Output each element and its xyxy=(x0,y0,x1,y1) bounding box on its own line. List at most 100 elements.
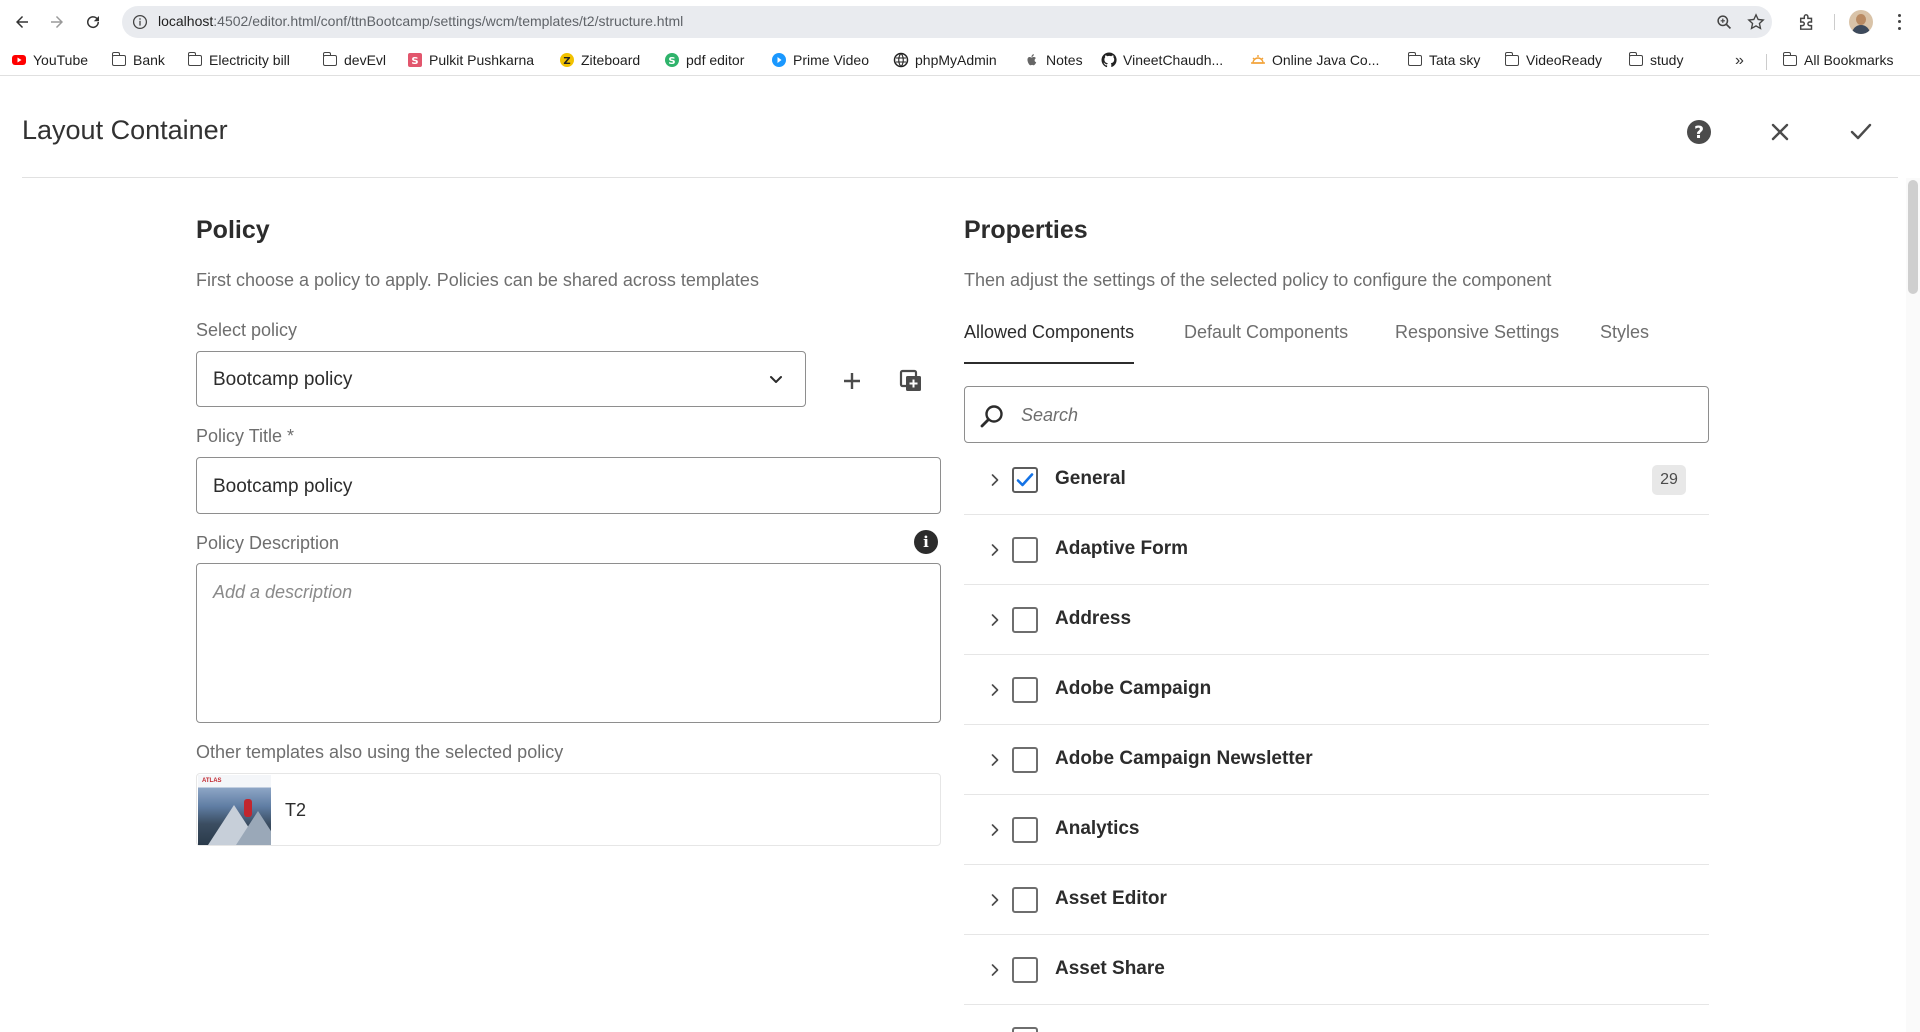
add-policy-icon[interactable] xyxy=(835,364,869,398)
folder-icon xyxy=(1407,51,1423,68)
checkbox[interactable] xyxy=(1012,607,1038,633)
close-icon[interactable] xyxy=(1765,117,1795,147)
site-info-icon[interactable] xyxy=(130,12,150,32)
bookmark-videoready[interactable]: VideoReady xyxy=(1504,50,1602,70)
list-item[interactable]: Analytics xyxy=(964,795,1709,865)
folder-icon xyxy=(1628,51,1644,68)
chevron-right-icon[interactable] xyxy=(986,819,1004,841)
list-item[interactable]: Asset Editor xyxy=(964,865,1709,935)
sejda-icon: S xyxy=(664,52,680,68)
bookmark-phpmyadmin[interactable]: phpMyAdmin xyxy=(893,50,997,70)
address-bar[interactable]: localhost:4502/editor.html/conf/ttnBootc… xyxy=(122,6,1772,38)
policy-description-label: Policy Description xyxy=(196,533,340,553)
svg-text:?: ? xyxy=(1694,123,1704,143)
toolbar-divider xyxy=(1834,14,1835,30)
select-policy-dropdown[interactable]: Bootcamp policy xyxy=(196,351,806,407)
url-text: localhost:4502/editor.html/conf/ttnBootc… xyxy=(158,13,684,29)
tab-default-components[interactable]: Default Components xyxy=(1184,322,1348,364)
bookmark-notes[interactable]: Notes xyxy=(1024,50,1083,70)
chevron-right-icon[interactable] xyxy=(986,469,1004,491)
reload-icon[interactable] xyxy=(82,11,104,33)
chevron-right-icon[interactable] xyxy=(986,679,1004,701)
zoom-icon[interactable] xyxy=(1714,12,1734,32)
extensions-icon[interactable] xyxy=(1796,11,1818,33)
list-item[interactable]: Adaptive Form xyxy=(964,515,1709,585)
properties-description: Then adjust the settings of the selected… xyxy=(964,270,1552,290)
folder-icon xyxy=(1782,51,1798,68)
chevron-right-icon[interactable] xyxy=(986,959,1004,981)
bookmark-pdf-editor[interactable]: S pdf editor xyxy=(664,50,744,70)
chevron-right-icon[interactable] xyxy=(986,749,1004,771)
info-icon[interactable]: i xyxy=(914,530,938,554)
youtube-icon xyxy=(11,52,27,68)
component-group-label: Adobe Campaign xyxy=(1055,678,1212,699)
checkbox[interactable] xyxy=(1012,957,1038,983)
bookmark-ziteboard[interactable]: Z Ziteboard xyxy=(559,50,640,70)
bookmark-pulkit-pushkarna[interactable]: S Pulkit Pushkarna xyxy=(407,50,534,70)
bookmark-star-icon[interactable] xyxy=(1746,12,1766,32)
more-bookmarks-button[interactable]: » xyxy=(1735,52,1744,70)
description-placeholder: Add a description xyxy=(213,582,353,602)
policy-title-label: Policy Title * xyxy=(196,426,295,446)
checkbox[interactable] xyxy=(1012,537,1038,563)
bookmark-youtube[interactable]: YouTube xyxy=(11,50,88,70)
list-item[interactable]: Adobe Campaign xyxy=(964,655,1709,725)
policy-description-textarea[interactable]: Add a description xyxy=(196,563,941,723)
checkbox-checked[interactable] xyxy=(1012,467,1038,493)
forward-icon[interactable] xyxy=(46,11,68,33)
folder-icon xyxy=(1504,51,1520,68)
profile-avatar[interactable] xyxy=(1849,10,1873,34)
chevron-right-icon[interactable] xyxy=(986,609,1004,631)
checkbox[interactable] xyxy=(1012,887,1038,913)
all-bookmarks-button[interactable]: All Bookmarks xyxy=(1782,50,1893,70)
bookmark-electricity-bill[interactable]: Electricity bill xyxy=(187,50,290,70)
bookmark-bank[interactable]: Bank xyxy=(111,50,165,70)
component-group-label: Adobe Campaign Newsletter xyxy=(1055,748,1313,769)
header-divider xyxy=(22,177,1898,178)
dialog-scrollbar[interactable] xyxy=(1906,178,1920,1032)
bookmark-study[interactable]: study xyxy=(1628,50,1683,70)
chevron-right-icon[interactable] xyxy=(986,889,1004,911)
scrollbar-thumb[interactable] xyxy=(1908,180,1918,294)
browser-menu-icon[interactable] xyxy=(1893,12,1905,32)
select-policy-label: Select policy xyxy=(196,320,298,340)
bookmark-prime-video[interactable]: Prime Video xyxy=(771,50,869,70)
back-icon[interactable] xyxy=(11,11,33,33)
bookmark-online-java[interactable]: Online Java Co... xyxy=(1250,50,1379,70)
checkbox[interactable] xyxy=(1012,1027,1038,1032)
list-item[interactable]: Adobe Campaign Newsletter xyxy=(964,725,1709,795)
help-icon[interactable]: ? xyxy=(1684,117,1714,147)
policy-title-input[interactable]: Bootcamp policy xyxy=(196,457,941,514)
component-group-label: Analytics xyxy=(1055,818,1140,839)
bookmark-vineetchaudh[interactable]: VineetChaudh... xyxy=(1101,50,1223,70)
bookmarks-bar: YouTube Bank Electricity bill devEvl S P… xyxy=(0,44,1920,76)
component-group-label: Asset Editor xyxy=(1055,888,1167,909)
dialog-title: Layout Container xyxy=(22,115,228,145)
list-item[interactable]: General 29 xyxy=(964,445,1709,515)
github-icon xyxy=(1101,52,1117,68)
component-group-label: General xyxy=(1055,468,1126,489)
checkbox[interactable] xyxy=(1012,817,1038,843)
search-icon xyxy=(979,403,1005,429)
chevron-right-icon[interactable] xyxy=(986,539,1004,561)
prime-video-icon xyxy=(771,52,787,68)
checkmark-icon[interactable] xyxy=(1846,117,1876,147)
tab-responsive-settings[interactable]: Responsive Settings xyxy=(1395,322,1559,364)
properties-heading: Properties xyxy=(964,216,1088,244)
template-card[interactable]: ATLAS T2 xyxy=(196,773,941,846)
list-item[interactable]: Asset Share xyxy=(964,935,1709,1005)
bookmark-tata-sky[interactable]: Tata sky xyxy=(1407,50,1480,70)
policy-title-value: Bootcamp policy xyxy=(213,476,353,497)
selected-policy-value: Bootcamp policy xyxy=(213,369,353,390)
list-item-partial[interactable] xyxy=(964,1005,1709,1032)
list-item[interactable]: Address xyxy=(964,585,1709,655)
component-search-input[interactable]: Search xyxy=(964,386,1709,443)
tab-allowed-components[interactable]: Allowed Components xyxy=(964,322,1135,364)
checkbox[interactable] xyxy=(1012,747,1038,773)
bookmark-devevl[interactable]: devEvl xyxy=(322,50,386,70)
svg-text:S: S xyxy=(668,56,675,67)
count-badge: 29 xyxy=(1652,465,1686,495)
tab-styles[interactable]: Styles xyxy=(1600,322,1649,364)
checkbox[interactable] xyxy=(1012,677,1038,703)
duplicate-policy-icon[interactable] xyxy=(894,364,928,398)
